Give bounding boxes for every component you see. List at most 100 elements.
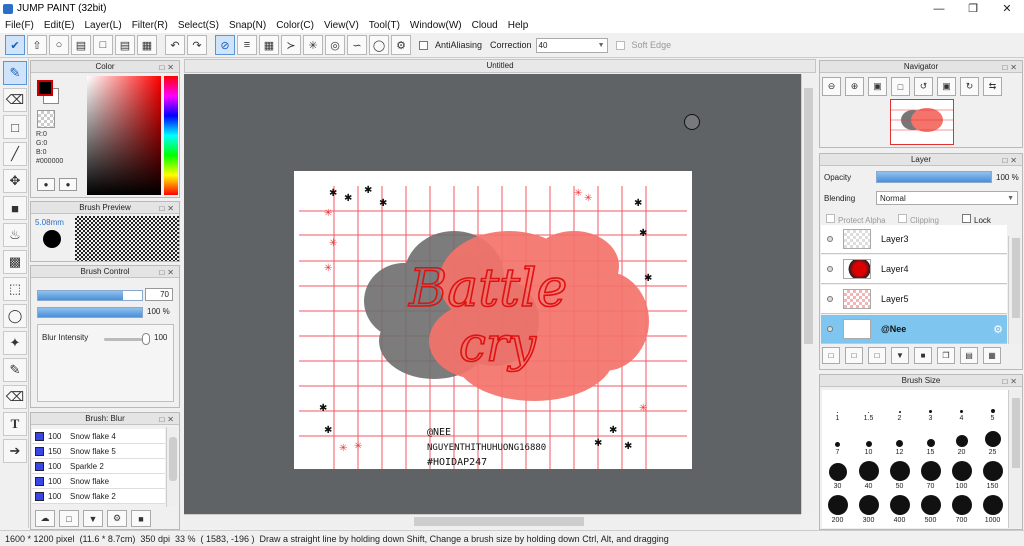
visibility-icon[interactable] bbox=[827, 326, 833, 332]
curve-snap-icon[interactable]: ∽ bbox=[347, 35, 367, 55]
soft-edge-checkbox[interactable] bbox=[615, 40, 625, 50]
check-icon[interactable]: ✔ bbox=[5, 35, 25, 55]
line-tool-icon[interactable]: ╱ bbox=[3, 142, 27, 166]
lasso-tool-icon[interactable]: ◯ bbox=[3, 304, 27, 328]
export-icon[interactable]: ⇧ bbox=[27, 35, 47, 55]
brush-folder-icon[interactable]: ■ bbox=[131, 510, 151, 527]
snap-settings-icon[interactable]: ⚙ bbox=[391, 35, 411, 55]
brush-size-option[interactable]: 200 bbox=[822, 492, 853, 526]
magic-wand-tool-icon[interactable]: ✦ bbox=[3, 331, 27, 355]
grid-snap-icon[interactable]: ▦ bbox=[259, 35, 279, 55]
visibility-icon[interactable] bbox=[827, 296, 833, 302]
menu-help[interactable]: Help bbox=[503, 20, 534, 31]
brush-item[interactable]: 100 Snow flake 4 bbox=[32, 429, 165, 444]
concentric-snap-icon[interactable]: ◎ bbox=[325, 35, 345, 55]
eraser-tool-icon[interactable]: ⌫ bbox=[3, 88, 27, 112]
page-icon[interactable]: □ bbox=[93, 35, 113, 55]
close-icon[interactable]: ✕ bbox=[990, 0, 1024, 17]
new-brush-icon[interactable]: □ bbox=[59, 510, 79, 527]
actual-size-icon[interactable]: □ bbox=[891, 77, 910, 96]
brush-menu-icon[interactable]: ▼ bbox=[83, 510, 103, 527]
color-history-icon[interactable]: ● bbox=[59, 178, 77, 191]
delete-layer-icon[interactable]: ▦ bbox=[983, 347, 1001, 364]
select-pen-tool-icon[interactable]: ✎ bbox=[3, 358, 27, 382]
layer-row-selected[interactable]: @Nee ⚙ bbox=[821, 315, 1007, 344]
canvas-horizontal-scrollbar[interactable] bbox=[184, 514, 801, 528]
brush-size-option[interactable]: 30 bbox=[822, 458, 853, 492]
menu-tool[interactable]: Tool(T) bbox=[364, 20, 405, 31]
rectangle-tool-icon[interactable]: □ bbox=[3, 115, 27, 139]
panel-close-icon[interactable]: □✕ bbox=[159, 62, 177, 74]
brush-size-option[interactable]: 25 bbox=[977, 424, 1008, 458]
lock-checkbox[interactable] bbox=[962, 214, 971, 223]
snap-off-icon[interactable]: ⊘ bbox=[215, 35, 235, 55]
menu-layer[interactable]: Layer(L) bbox=[79, 20, 126, 31]
panel-close-icon[interactable]: □✕ bbox=[159, 203, 177, 215]
brush-cloud-icon[interactable]: ☁ bbox=[35, 510, 55, 527]
panel-close-icon[interactable]: □✕ bbox=[1002, 155, 1020, 167]
maximize-icon[interactable]: ❐ bbox=[956, 0, 990, 17]
palette-icon[interactable]: ● bbox=[37, 178, 55, 191]
menu-color[interactable]: Color(C) bbox=[271, 20, 319, 31]
brush-list-scrollbar[interactable] bbox=[166, 427, 178, 507]
brush-size-option[interactable]: 1.5 bbox=[853, 390, 884, 424]
scrollbar-thumb[interactable] bbox=[1012, 398, 1020, 468]
new-halftone-layer-icon[interactable]: □ bbox=[845, 347, 863, 364]
brush-size-option[interactable]: 40 bbox=[853, 458, 884, 492]
brush-size-scrollbar[interactable] bbox=[1008, 390, 1022, 528]
layer-list-scrollbar[interactable] bbox=[1008, 236, 1022, 344]
undo-icon[interactable]: ↶ bbox=[165, 35, 185, 55]
canvas-vertical-scrollbar[interactable] bbox=[801, 74, 815, 514]
menu-window[interactable]: Window(W) bbox=[405, 20, 467, 31]
brush-item[interactable]: 100 Snow flake 2 bbox=[32, 489, 165, 504]
add-layer-menu-icon[interactable]: ▼ bbox=[891, 347, 909, 364]
brush-size-value[interactable]: 70 bbox=[145, 288, 173, 301]
scrollbar-thumb[interactable] bbox=[414, 517, 584, 526]
brush-size-option[interactable]: 1000 bbox=[977, 492, 1008, 526]
brush-size-option[interactable]: 4 bbox=[946, 390, 977, 424]
fit-window-icon[interactable]: ▣ bbox=[868, 77, 887, 96]
menu-snap[interactable]: Snap(N) bbox=[224, 20, 271, 31]
duplicate-layer-icon[interactable]: ❐ bbox=[937, 347, 955, 364]
brush-size-option[interactable]: 2 bbox=[884, 390, 915, 424]
minimize-icon[interactable]: — bbox=[922, 0, 956, 17]
panel-icon[interactable]: ▤ bbox=[71, 35, 91, 55]
menu-cloud[interactable]: Cloud bbox=[467, 20, 503, 31]
brush-item[interactable]: 150 Snow flake 5 bbox=[32, 444, 165, 459]
document-icon[interactable]: ▤ bbox=[115, 35, 135, 55]
scrollbar-thumb[interactable] bbox=[804, 88, 813, 344]
hue-slider[interactable] bbox=[164, 76, 178, 195]
panel-close-icon[interactable]: □✕ bbox=[1002, 62, 1020, 74]
brush-settings-icon[interactable]: ⚙ bbox=[107, 510, 127, 527]
layer-row[interactable]: Layer4 bbox=[821, 255, 1007, 284]
panel-close-icon[interactable]: □✕ bbox=[159, 414, 177, 426]
foreground-color-swatch[interactable] bbox=[37, 80, 53, 96]
brush-size-option[interactable]: 70 bbox=[915, 458, 946, 492]
brush-size-slider[interactable] bbox=[37, 290, 143, 301]
clipping-checkbox[interactable] bbox=[898, 214, 907, 223]
brush-size-option[interactable]: 300 bbox=[853, 492, 884, 526]
canvas-area[interactable]: ✱ ✱ ✱ ✱ ✳ ✳ ✳ ✳ ✳ ✱ ✱ ✱ ✳ ✱ ✱ ✳ ✳ ✱ ✱ ✱ Battle cry @NEE … bbox=[184, 74, 801, 514]
brush-size-option[interactable]: 3 bbox=[915, 390, 946, 424]
flip-icon[interactable]: ⇆ bbox=[983, 77, 1002, 96]
brush-size-option[interactable]: 7 bbox=[822, 424, 853, 458]
ellipse-snap-icon[interactable]: ◯ bbox=[369, 35, 389, 55]
brush-size-option[interactable]: 400 bbox=[884, 492, 915, 526]
zoom-in-icon[interactable]: ⊕ bbox=[845, 77, 864, 96]
redo-icon[interactable]: ↷ bbox=[187, 35, 207, 55]
menu-view[interactable]: View(V) bbox=[319, 20, 364, 31]
canvas-paper[interactable]: ✱ ✱ ✱ ✱ ✳ ✳ ✳ ✳ ✳ ✱ ✱ ✱ ✳ ✱ ✱ ✳ ✳ ✱ ✱ ✱ Battle cry @NEE … bbox=[294, 171, 692, 469]
new-8bit-layer-icon[interactable]: □ bbox=[868, 347, 886, 364]
layer-row[interactable]: Layer5 bbox=[821, 285, 1007, 314]
brush-size-option[interactable]: 50 bbox=[884, 458, 915, 492]
brush-tool-icon[interactable]: ✎ bbox=[3, 61, 27, 85]
blending-select[interactable]: Normal ▼ bbox=[876, 191, 1018, 205]
bucket-tool-icon[interactable]: ♨ bbox=[3, 223, 27, 247]
parallel-snap-icon[interactable]: ≡ bbox=[237, 35, 257, 55]
visibility-icon[interactable] bbox=[827, 266, 833, 272]
brush-size-option[interactable]: 100 bbox=[946, 458, 977, 492]
protect-alpha-checkbox[interactable] bbox=[826, 214, 835, 223]
antialiasing-checkbox[interactable] bbox=[419, 40, 428, 50]
fill-rectangle-tool-icon[interactable]: ■ bbox=[3, 196, 27, 220]
layer-settings-icon[interactable]: ⚙ bbox=[993, 323, 1003, 336]
